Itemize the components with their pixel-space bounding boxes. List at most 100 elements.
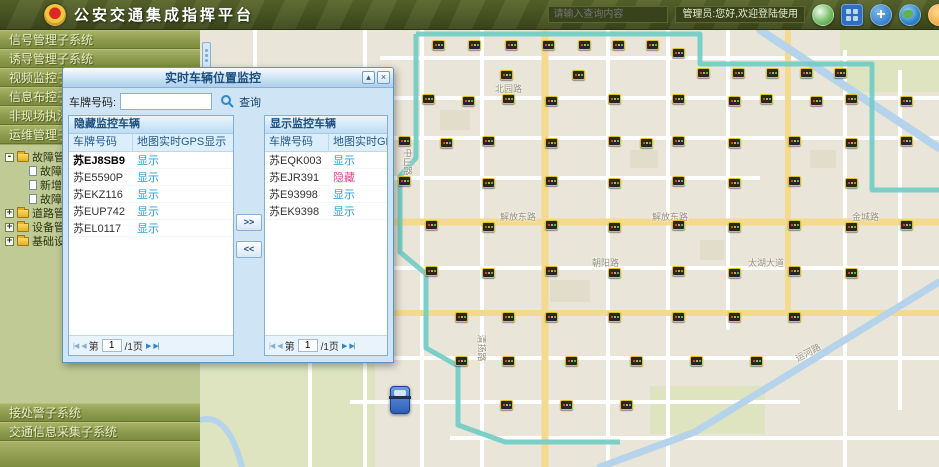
add-icon[interactable] [870,4,892,26]
search-icon[interactable] [220,94,235,109]
traffic-light-icon[interactable] [502,94,515,104]
traffic-light-icon[interactable] [900,136,913,146]
vehicle-row[interactable]: 苏EQK003 显示 [265,152,387,169]
tree-toggle-icon[interactable] [5,153,14,162]
sidebar-collapse-grip[interactable] [202,42,211,68]
move-right-button[interactable]: >> [236,214,262,231]
traffic-light-icon[interactable] [398,176,411,186]
toggle-display-link[interactable]: 隐藏 [329,169,355,185]
sidebar-menu-item[interactable]: 接处警子系统 [0,403,200,422]
vehicle-marker-icon[interactable] [390,386,410,414]
traffic-light-icon[interactable] [425,220,438,230]
traffic-light-icon[interactable] [732,68,745,78]
collapse-button[interactable]: ▴ [362,71,375,84]
toggle-display-link[interactable]: 显示 [329,203,355,219]
traffic-light-icon[interactable] [542,40,555,50]
traffic-light-icon[interactable] [545,312,558,322]
tools-icon[interactable] [928,4,939,26]
traffic-light-icon[interactable] [608,178,621,188]
traffic-light-icon[interactable] [810,96,823,106]
traffic-light-icon[interactable] [900,96,913,106]
sidebar-menu-item[interactable]: 诱导管理子系统 [0,49,200,68]
toggle-display-link[interactable]: 显示 [133,169,159,185]
vehicle-row[interactable]: 苏EJR391 隐藏 [265,169,387,186]
traffic-light-icon[interactable] [572,70,585,80]
traffic-light-icon[interactable] [640,138,653,148]
traffic-light-icon[interactable] [834,68,847,78]
next-page-button[interactable]: ▶ [342,342,346,350]
traffic-light-icon[interactable] [630,356,643,366]
vehicle-row[interactable]: 苏EK9398 显示 [265,203,387,220]
traffic-light-icon[interactable] [425,266,438,276]
toggle-display-link[interactable]: 显示 [329,152,355,168]
traffic-light-icon[interactable] [728,268,741,278]
vehicle-row[interactable]: 苏E93998 显示 [265,186,387,203]
dialog-titlebar[interactable]: 实时车辆位置监控 ▴ × [63,68,393,88]
next-page-button[interactable]: ▶ [146,342,150,350]
traffic-light-icon[interactable] [788,266,801,276]
traffic-light-icon[interactable] [672,94,685,104]
traffic-light-icon[interactable] [800,68,813,78]
toggle-display-link[interactable]: 显示 [329,186,355,202]
move-left-button[interactable]: << [236,241,262,258]
vehicle-row[interactable]: 苏EJ8SB9 显示 [69,152,233,169]
global-search-input[interactable] [548,6,668,23]
traffic-light-icon[interactable] [468,40,481,50]
traffic-light-icon[interactable] [545,266,558,276]
traffic-light-icon[interactable] [560,400,573,410]
traffic-light-icon[interactable] [788,176,801,186]
last-page-button[interactable]: ▶| [153,342,158,350]
prev-page-button[interactable]: ◀ [81,342,85,350]
traffic-light-icon[interactable] [728,96,741,106]
traffic-light-icon[interactable] [608,312,621,322]
traffic-light-icon[interactable] [578,40,591,50]
close-button[interactable]: × [377,71,390,84]
traffic-light-icon[interactable] [502,312,515,322]
tree-toggle-icon[interactable] [5,209,14,218]
traffic-light-icon[interactable] [545,176,558,186]
traffic-light-icon[interactable] [845,94,858,104]
page-input[interactable] [298,339,318,352]
vehicle-row[interactable]: 苏EL0117 显示 [69,220,233,237]
traffic-light-icon[interactable] [672,176,685,186]
traffic-light-icon[interactable] [760,94,773,104]
page-input[interactable] [102,339,122,352]
traffic-light-icon[interactable] [565,356,578,366]
traffic-light-icon[interactable] [788,220,801,230]
traffic-light-icon[interactable] [788,312,801,322]
traffic-light-icon[interactable] [432,40,445,50]
traffic-light-icon[interactable] [482,136,495,146]
traffic-light-icon[interactable] [672,312,685,322]
first-page-button[interactable]: |◀ [73,342,78,350]
traffic-light-icon[interactable] [697,68,710,78]
traffic-light-icon[interactable] [455,312,468,322]
query-button[interactable]: 查询 [239,94,261,110]
traffic-light-icon[interactable] [608,222,621,232]
traffic-light-icon[interactable] [672,266,685,276]
traffic-light-icon[interactable] [608,94,621,104]
traffic-light-icon[interactable] [672,136,685,146]
traffic-light-icon[interactable] [505,40,518,50]
traffic-light-icon[interactable] [545,96,558,106]
traffic-light-icon[interactable] [845,178,858,188]
prev-page-button[interactable]: ◀ [277,342,281,350]
traffic-light-icon[interactable] [728,222,741,232]
traffic-light-icon[interactable] [398,136,411,146]
traffic-light-icon[interactable] [422,94,435,104]
traffic-light-icon[interactable] [440,138,453,148]
sidebar-menu-item[interactable]: 交通信息采集子系统 [0,422,200,441]
traffic-light-icon[interactable] [690,356,703,366]
toggle-display-link[interactable]: 显示 [133,186,159,202]
toggle-display-link[interactable]: 显示 [133,203,159,219]
apps-grid-icon[interactable] [841,4,863,26]
traffic-light-icon[interactable] [750,356,763,366]
tree-toggle-icon[interactable] [5,237,14,246]
traffic-light-icon[interactable] [845,138,858,148]
traffic-light-icon[interactable] [728,138,741,148]
traffic-light-icon[interactable] [500,70,513,80]
first-page-button[interactable]: |◀ [269,342,274,350]
traffic-light-icon[interactable] [728,312,741,322]
traffic-light-icon[interactable] [900,220,913,230]
toggle-display-link[interactable]: 显示 [133,152,159,168]
traffic-light-icon[interactable] [845,268,858,278]
